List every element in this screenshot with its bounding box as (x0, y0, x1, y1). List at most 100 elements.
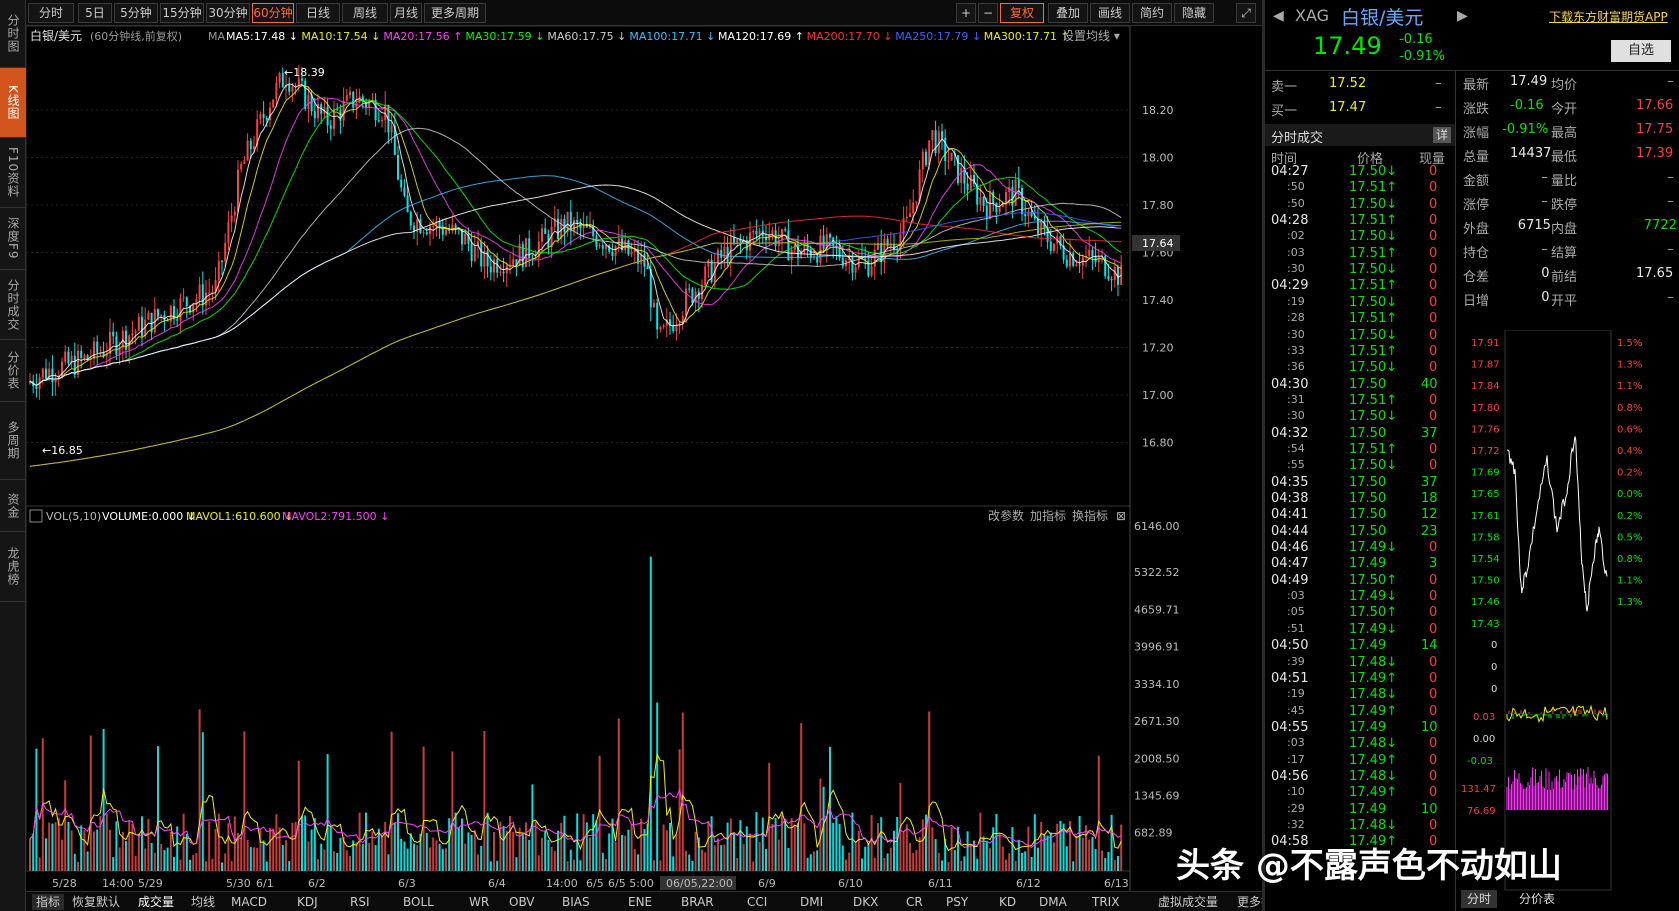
candle-body (1069, 253, 1071, 267)
vol-action-link[interactable]: 换指标 (1072, 508, 1108, 523)
period-button[interactable]: 日线 (296, 3, 340, 23)
indicator-tab[interactable]: DMI (800, 894, 823, 910)
tick-price: 17.51↑ (1349, 245, 1398, 261)
period-button[interactable]: 60分钟 (252, 3, 294, 23)
toolbar-action-button[interactable]: 叠加 (1048, 3, 1088, 23)
period-button[interactable]: 周线 (342, 3, 388, 23)
toolbar-action-button[interactable]: 复权 (1000, 3, 1044, 23)
kline-chart[interactable]: 白银/美元 (60分钟线,前复权) MA MA5:17.48 ↓ MA10:17.54 … (25, 25, 1262, 891)
indicator-tab[interactable]: DKX (853, 894, 878, 910)
tick-volume: 0 (1429, 670, 1438, 686)
close-icon[interactable]: ⊠ (1116, 509, 1126, 523)
candle-body (1053, 243, 1055, 251)
volume-bar (467, 832, 470, 871)
indicator-tab[interactable]: BIAS (562, 894, 590, 910)
volume-bar (416, 845, 419, 871)
nav-item[interactable]: 分价表 (0, 340, 26, 402)
help-icon[interactable] (29, 509, 43, 523)
toolbar-action-button[interactable]: 画线 (1090, 3, 1130, 23)
volume-bar (771, 823, 774, 871)
indicator-tab[interactable]: KDJ (297, 894, 318, 910)
indicator-tab[interactable]: RSI (350, 894, 370, 910)
candle-body (205, 292, 207, 306)
indicator-tab[interactable]: PSY (946, 894, 968, 910)
indicator-tab[interactable]: WR (469, 894, 489, 910)
period-button[interactable]: 更多周期 (424, 3, 486, 23)
volume-bar (960, 860, 963, 871)
volume-bar (1094, 849, 1097, 871)
volume-bar (752, 861, 755, 871)
ticks-detail-button[interactable]: 详 (1433, 127, 1451, 143)
price-axis-label: 18.00 (1142, 152, 1174, 165)
indicator-tab[interactable]: ENE (628, 894, 652, 910)
indicator-tab[interactable]: 恢复默认 (72, 894, 120, 910)
next-instrument-icon[interactable]: ▶ (1457, 8, 1468, 24)
period-button[interactable]: 5日 (78, 3, 112, 23)
stat-label: 外盘 (1463, 222, 1490, 237)
tick-time: :03 (1287, 589, 1305, 603)
toolbar-action-button[interactable]: 简约 (1132, 3, 1172, 23)
nav-item[interactable]: 深度F9 (0, 208, 26, 270)
candle-body (870, 266, 873, 276)
period-button[interactable]: 月线 (390, 3, 422, 23)
indicator-tab[interactable]: MACD (231, 894, 267, 910)
intraday-mini-chart[interactable]: 17.91 17.87 17.84 17.80 17.76 17.72 17.69 17.65… (1457, 330, 1679, 910)
ma-line (29, 99, 1122, 386)
volume-bar (1021, 853, 1023, 871)
indicator-tab[interactable]: BOLL (403, 894, 434, 910)
nav-item[interactable]: K线图 (0, 68, 26, 138)
candle-body (992, 191, 995, 204)
volume-bar (265, 861, 268, 871)
nav-item[interactable]: 分时成交 (0, 270, 26, 340)
fullscreen-icon[interactable]: ⤢ (1236, 3, 1256, 23)
nav-item[interactable]: 多周期 (0, 402, 26, 480)
indicator-tab[interactable]: DMA (1039, 894, 1067, 910)
toolbar-action-button[interactable]: − (978, 3, 998, 23)
add-watchlist-button[interactable]: 自选 (1611, 40, 1671, 62)
tick-volume: 0 (1429, 572, 1438, 588)
download-app-link[interactable]: 下载东方财富期货APP (1549, 8, 1668, 25)
prev-instrument-icon[interactable]: ◀ (1273, 8, 1284, 24)
ma-settings-link[interactable]: 设置均线 ▾ (1062, 29, 1120, 43)
tick-time: 04:44 (1271, 523, 1309, 539)
tick-time: :05 (1287, 605, 1305, 619)
indicator-tab[interactable]: OBV (509, 894, 535, 910)
toolbar-action-button[interactable]: + (956, 3, 976, 23)
indicator-tab[interactable]: CR (906, 894, 923, 910)
vol-action-link[interactable]: 加指标 (1030, 508, 1066, 523)
nav-item[interactable]: F10资料 (0, 138, 26, 208)
candle-body (41, 368, 44, 378)
indicator-tab[interactable]: CCI (747, 894, 767, 910)
tick-price: 17.50↓ (1349, 360, 1398, 376)
period-button[interactable]: 15分钟 (160, 3, 204, 23)
period-button[interactable]: 30分钟 (206, 3, 250, 23)
vol-action-link[interactable]: 改参数 (988, 508, 1024, 523)
nav-item[interactable]: 资金 (0, 480, 26, 532)
vol-mavol2-label: MAVOL2:791.500 ↓ (282, 510, 389, 523)
tick-volume: 0 (1429, 654, 1438, 670)
volume-bars (29, 556, 1123, 871)
indicator-tab[interactable]: 虚拟成交量 (1158, 894, 1218, 910)
mini-chart-tab[interactable]: 分价表 (1513, 890, 1561, 908)
indicator-tab[interactable]: 成交量 (138, 894, 174, 910)
toolbar-action-button[interactable]: 隐藏 (1174, 3, 1214, 23)
volume-bar (1017, 839, 1020, 871)
period-button[interactable]: 分时 (28, 3, 74, 23)
price-change-pct: -0.91% (1399, 49, 1445, 64)
volume-bar (902, 831, 905, 871)
candle-body (576, 219, 579, 223)
stat-label: 总量 (1463, 150, 1490, 165)
indicator-tab[interactable]: BRAR (681, 894, 714, 910)
candle-body (246, 140, 249, 161)
indicator-tab[interactable]: 均线 (191, 894, 215, 910)
indicator-tab[interactable]: KD (999, 894, 1016, 910)
tick-volume: 40 (1421, 376, 1438, 392)
nav-item[interactable]: 龙虎榜 (0, 532, 26, 602)
nav-item[interactable]: 分时图 (0, 0, 26, 68)
period-button[interactable]: 5分钟 (114, 3, 158, 23)
volume-bar (912, 853, 915, 871)
mini-chart-tab[interactable]: 分时 (1461, 890, 1498, 908)
tick-time: 04:47 (1271, 556, 1309, 572)
indicator-tab[interactable]: 指标 (32, 894, 65, 910)
indicator-tab[interactable]: TRIX (1092, 894, 1119, 910)
